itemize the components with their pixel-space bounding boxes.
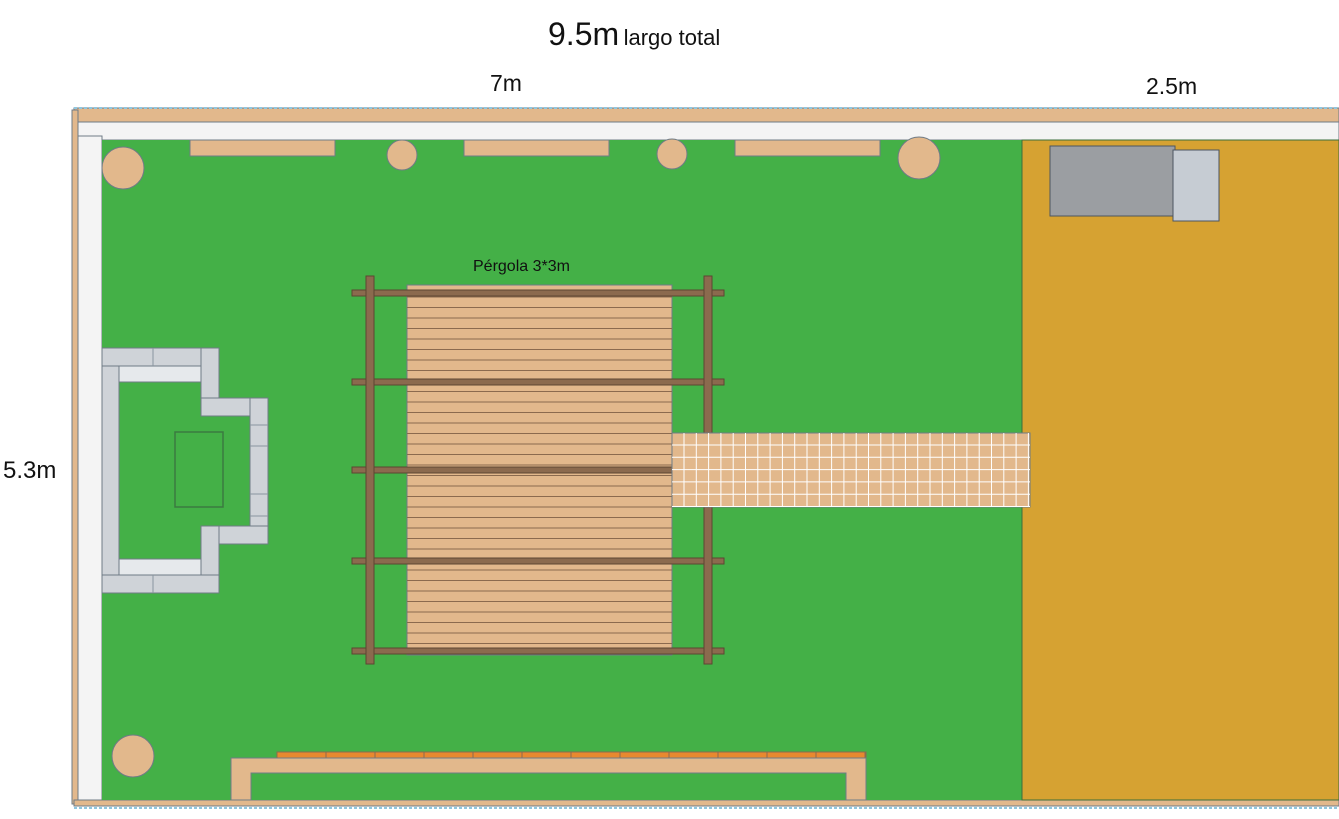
- deck-furniture: [1049, 145, 1176, 217]
- planter-box: [189, 139, 336, 157]
- planter-box: [463, 139, 610, 157]
- plant-pot: [111, 734, 155, 778]
- plant-pot: [897, 136, 941, 180]
- deck-area: [1021, 139, 1339, 801]
- left-wall-white: [77, 135, 103, 801]
- garden-plan: Pérgola 3*3m: [71, 107, 1339, 809]
- left-wall-outer: [71, 109, 79, 805]
- plant-pot: [656, 138, 688, 170]
- plant-pot: [386, 139, 418, 171]
- deck-furniture: [1172, 149, 1220, 222]
- bottom-wall: [73, 799, 1339, 807]
- pergola-label: Pérgola 3*3m: [473, 258, 570, 275]
- plant-pot: [101, 146, 145, 190]
- planter-box: [734, 139, 881, 157]
- pergola: Pérgola 3*3m: [351, 258, 725, 665]
- top-wall-outer: [73, 107, 1339, 123]
- top-wall-white: [73, 121, 1339, 141]
